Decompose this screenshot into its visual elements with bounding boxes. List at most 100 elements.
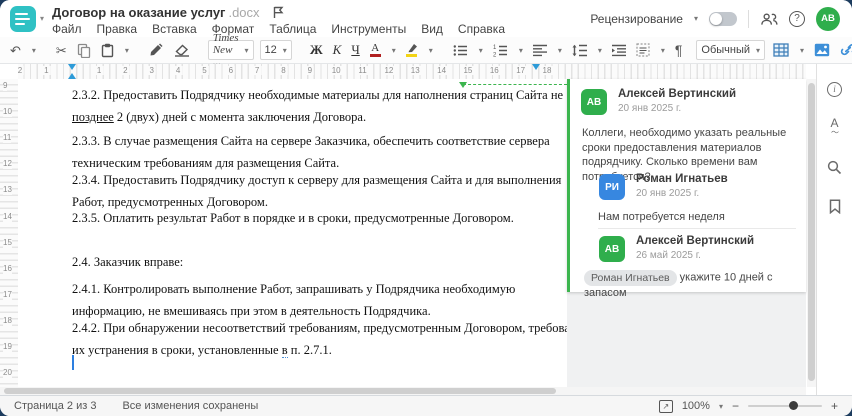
insert-image-button[interactable]	[812, 42, 832, 58]
ruler-number: 17	[3, 288, 12, 300]
format-painter-icon[interactable]	[147, 42, 166, 58]
menu-table[interactable]: Таблица	[269, 22, 316, 36]
highlight-caret-icon[interactable]: ▾	[426, 45, 435, 56]
paragraph-borders-caret-icon[interactable]: ▾	[658, 45, 667, 56]
mention-pill[interactable]: Роман Игнатьев	[584, 270, 677, 286]
zoom-out-button[interactable]: −	[732, 400, 739, 412]
zoom-slider-knob[interactable]	[788, 401, 798, 410]
font-size-select[interactable]: 12 ▾	[259, 40, 292, 60]
menu-bar: Файл Правка Вставка Формат Таблица Инстр…	[52, 22, 505, 36]
paragraph-2-4[interactable]: 2.4. Заказчик вправе:	[72, 252, 567, 274]
menu-view[interactable]: Вид	[421, 22, 443, 36]
menu-tools[interactable]: Инструменты	[331, 22, 406, 36]
insert-table-caret-icon[interactable]: ▾	[797, 45, 806, 56]
italic-button[interactable]: К	[331, 41, 344, 59]
paragraph-2-4-1[interactable]: 2.4.1. Контролировать выполнение Работ, …	[72, 279, 567, 322]
ruler-number: 11	[3, 132, 12, 144]
ruler-number: 15	[461, 66, 475, 75]
screen: ▾ Договор на оказание услуг .docx Файл П…	[0, 0, 852, 416]
indent-marker-right[interactable]	[532, 64, 540, 70]
favorite-flag-icon[interactable]	[273, 6, 284, 19]
page-indicator[interactable]: Страница 2 из 3	[14, 400, 96, 412]
search-icon[interactable]	[826, 158, 844, 176]
paragraph-2-3-2[interactable]: 2.3.2. Предоставить Подрядчику необходим…	[72, 85, 567, 128]
menu-file[interactable]: Файл	[52, 22, 82, 36]
paragraph-2-3-4[interactable]: 2.3.4. Предоставить Подрядчику доступ к …	[72, 170, 567, 213]
zoom-slider[interactable]	[747, 401, 822, 410]
fit-page-icon[interactable]: ↗	[658, 399, 673, 413]
paragraph-borders-button[interactable]	[634, 42, 652, 58]
undo-button[interactable]: ↶	[8, 43, 23, 58]
menu-edit[interactable]: Правка	[97, 22, 138, 36]
comment-date: 20 янв 2025 г.	[618, 103, 682, 114]
bold-button[interactable]: Ж	[308, 41, 325, 59]
help-icon[interactable]: ?	[789, 10, 805, 27]
zoom-in-button[interactable]: +	[831, 400, 838, 412]
app-logo-icon[interactable]	[10, 6, 36, 32]
font-name-select[interactable]: Times New ... ▾	[207, 32, 254, 68]
ruler-number: 14	[3, 210, 12, 222]
comment-text: Роман Игнатьев укажите 10 дней с запасом	[584, 270, 773, 299]
vertical-scrollbar[interactable]	[807, 79, 816, 387]
horizontal-ruler[interactable]: 2 1 1 2 3 4 5 6 7 8 9 10 11 12 13 14 15 16 17 18	[18, 64, 806, 80]
comment-avatar: АВ	[599, 236, 625, 262]
vertical-scroll-thumb[interactable]	[808, 83, 815, 381]
highlight-button[interactable]	[404, 42, 420, 58]
app-menu-caret-icon[interactable]: ▾	[40, 14, 44, 23]
review-toggle[interactable]	[709, 11, 737, 26]
comment-connector-arrow-icon	[459, 82, 467, 88]
vertical-ruler[interactable]: 9 10 11 12 13 14 15 16 17 18 19 20	[0, 79, 19, 387]
paragraph-2-4-2[interactable]: 2.4.2. При обнаружении несоответствий тр…	[72, 318, 567, 361]
underline-button[interactable]: Ч	[349, 41, 361, 59]
document-canvas[interactable]: 2.3.2. Предоставить Подрядчику необходим…	[18, 79, 567, 387]
font-color-caret-icon[interactable]: ▾	[389, 45, 398, 56]
numbered-list-button[interactable]: 12	[491, 43, 510, 58]
insert-link-button[interactable]	[838, 42, 852, 58]
paragraph-2-3-5[interactable]: 2.3.5. Оплатить результат Работ в порядк…	[72, 208, 567, 230]
font-color-button[interactable]: А	[368, 42, 383, 58]
undo-caret-icon[interactable]: ▾	[29, 45, 38, 56]
review-mode-label[interactable]: Рецензирование	[590, 12, 683, 26]
align-button[interactable]	[531, 43, 549, 58]
cut-button[interactable]: ✂	[54, 43, 69, 58]
nonprinting-chars-button[interactable]: ¶	[673, 43, 685, 58]
horizontal-scrollbar[interactable]	[0, 387, 806, 395]
menu-help[interactable]: Справка	[458, 22, 505, 36]
bullet-list-button[interactable]	[451, 43, 470, 58]
comment-avatar: АВ	[581, 89, 607, 115]
paste-button[interactable]	[99, 42, 116, 59]
ruler-number: 18	[540, 66, 554, 75]
info-icon[interactable]: i	[826, 80, 844, 98]
copy-button[interactable]	[75, 42, 93, 59]
ruler-number: 20	[3, 367, 12, 379]
comment-thread-card[interactable]: АВ Алексей Вертинский 20 янв 2025 г. Кол…	[567, 79, 806, 299]
svg-text:1: 1	[493, 45, 497, 51]
ruler-number: 1	[42, 66, 51, 75]
zoom-caret-icon[interactable]: ▾	[719, 402, 723, 411]
indent-button[interactable]	[610, 43, 628, 58]
bookmark-icon[interactable]	[826, 197, 844, 215]
align-caret-icon[interactable]: ▾	[555, 45, 564, 56]
bullet-list-caret-icon[interactable]: ▾	[476, 45, 485, 56]
indent-marker-first-line[interactable]	[68, 64, 76, 70]
ruler-number: 12	[3, 158, 12, 170]
paste-caret-icon[interactable]: ▾	[122, 45, 131, 56]
horizontal-scroll-thumb[interactable]	[4, 388, 556, 394]
paragraph-2-3-3[interactable]: 2.3.3. В случае размещения Сайта на серв…	[72, 131, 567, 174]
insert-table-button[interactable]	[771, 42, 791, 58]
ruler-number: 14	[435, 66, 449, 75]
clear-style-eraser-icon[interactable]	[172, 43, 192, 58]
numbered-list-caret-icon[interactable]: ▾	[516, 45, 525, 56]
paragraph-style-select[interactable]: Обычный ▾	[696, 40, 766, 60]
comment-text: Нам потребуется неделя	[598, 211, 725, 223]
line-spacing-caret-icon[interactable]: ▾	[595, 45, 604, 56]
menu-insert[interactable]: Вставка	[152, 22, 197, 36]
spellcheck-icon[interactable]: А ～	[826, 117, 844, 137]
user-avatar[interactable]: АВ	[816, 6, 840, 31]
ruler-number: 10	[329, 66, 343, 75]
line-spacing-button[interactable]	[570, 43, 589, 58]
comment-author: Роман Игнатьев	[636, 173, 728, 185]
collaboration-users-icon[interactable]	[760, 10, 778, 28]
zoom-value[interactable]: 100%	[682, 400, 710, 412]
review-caret-icon[interactable]: ▾	[694, 14, 698, 23]
